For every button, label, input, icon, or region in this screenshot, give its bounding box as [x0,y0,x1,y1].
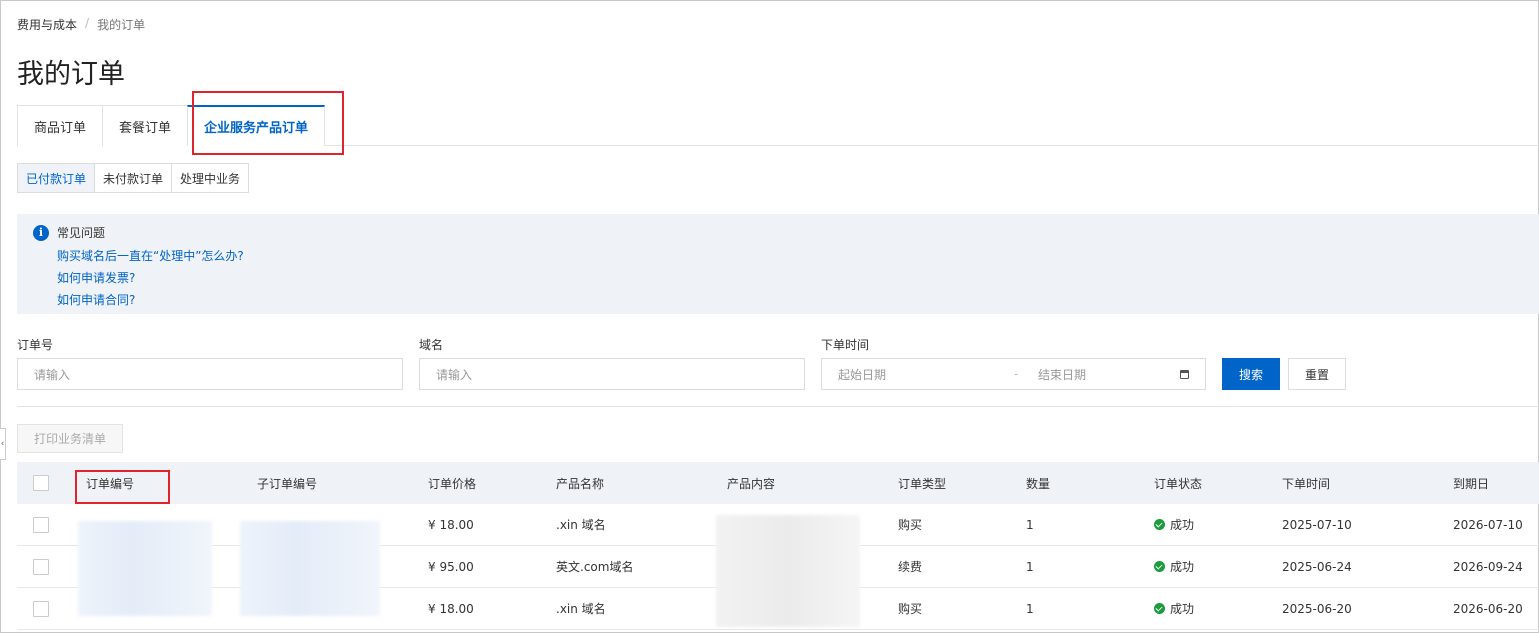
select-all-checkbox[interactable] [33,475,49,491]
expiry-date: 2026-06-20 [1453,601,1523,616]
range-separator: - [1014,367,1019,381]
breadcrumb-separator: / [85,16,90,30]
domain-label: 域名 [419,338,444,352]
faq-link-processing[interactable]: 购买域名后一直在“处理中”怎么办? [57,247,1523,264]
order-price: ¥ 18.00 [428,601,474,616]
status-text: 成功 [1170,518,1195,532]
col-product-content[interactable]: 产品内容 [727,475,775,492]
redacted-order-numbers [78,521,212,616]
quantity: 1 [1026,601,1034,616]
payment-subtabs: 已付款订单 未付款订单 处理中业务 [17,163,250,193]
highlight-box-order-no [75,470,170,504]
order-date: 2025-06-20 [1282,601,1352,616]
redacted-product-content [716,515,860,627]
end-date-input[interactable]: 结束日期 [1038,366,1178,383]
order-time-label: 下单时间 [821,338,870,352]
col-order-type[interactable]: 订单类型 [898,475,946,492]
domain-input[interactable]: 请输入 [419,358,805,390]
breadcrumb-parent[interactable]: 费用与成本 [17,16,77,33]
row-checkbox[interactable] [33,600,49,617]
order-no-label: 订单号 [17,338,54,352]
col-price[interactable]: 订单价格 [428,475,476,492]
row-checkbox[interactable] [33,516,49,533]
order-status: 成功 [1154,558,1194,575]
start-date-input[interactable]: 起始日期 [838,366,1014,383]
breadcrumb: 费用与成本 / 我的订单 [17,16,145,33]
success-icon [1154,519,1165,530]
subtab-unpaid[interactable]: 未付款订单 [94,163,173,193]
sidebar-collapse-handle[interactable]: ‹ [0,428,6,460]
order-type: 购买 [898,602,923,616]
success-icon [1154,603,1165,614]
reset-button[interactable]: 重置 [1288,358,1346,390]
faq-link-contract[interactable]: 如何申请合同? [57,291,1523,308]
order-price: ¥ 18.00 [428,517,474,532]
col-expiry[interactable]: 到期日 [1453,475,1489,492]
faq-link-invoice[interactable]: 如何申请发票? [57,269,1523,286]
order-type: 续费 [898,560,923,574]
order-status: 成功 [1154,600,1194,617]
subtab-processing[interactable]: 处理中业务 [171,163,250,193]
print-business-list-button[interactable]: 打印业务清单 [17,424,123,453]
filter-divider [17,406,1539,407]
redacted-sub-order-numbers [240,521,380,616]
product-name: .xin 域名 [556,602,606,616]
breadcrumb-current: 我的订单 [97,18,146,32]
order-status: 成功 [1154,516,1194,533]
col-quantity[interactable]: 数量 [1026,475,1050,492]
col-status[interactable]: 订单状态 [1154,475,1202,492]
order-date: 2025-06-24 [1282,559,1352,574]
tab-product-orders[interactable]: 商品订单 [17,105,104,146]
order-type: 购买 [898,518,923,532]
quantity: 1 [1026,559,1034,574]
date-range-picker[interactable]: 起始日期 - 结束日期 [821,358,1206,390]
page-title: 我的订单 [17,59,125,90]
highlight-box-tab [192,91,344,155]
table-header: 订单编号 子订单编号 订单价格 产品名称 产品内容 订单类型 数量 订单状态 下… [17,462,1539,504]
col-sub-order-no[interactable]: 子订单编号 [257,475,317,492]
tab-package-orders[interactable]: 套餐订单 [102,105,189,146]
faq-panel: i 常见问题 购买域名后一直在“处理中”怎么办? 如何申请发票? 如何申请合同? [17,214,1539,314]
order-price: ¥ 95.00 [428,559,474,574]
expiry-date: 2026-09-24 [1453,559,1523,574]
order-no-input[interactable]: 请输入 [17,358,403,390]
product-name: .xin 域名 [556,518,606,532]
quantity: 1 [1026,517,1034,532]
status-text: 成功 [1170,602,1195,616]
expiry-date: 2026-07-10 [1453,517,1523,532]
status-text: 成功 [1170,560,1195,574]
search-button[interactable]: 搜索 [1222,358,1280,390]
success-icon [1154,561,1165,572]
subtab-paid[interactable]: 已付款订单 [17,163,96,193]
info-icon: i [33,224,49,241]
product-name: 英文.com域名 [556,560,634,574]
faq-title: 常见问题 [57,226,106,240]
col-order-time[interactable]: 下单时间 [1282,475,1330,492]
row-checkbox[interactable] [33,558,49,575]
order-date: 2025-07-10 [1282,517,1352,532]
calendar-icon[interactable] [1180,369,1189,379]
col-product-name[interactable]: 产品名称 [556,475,604,492]
